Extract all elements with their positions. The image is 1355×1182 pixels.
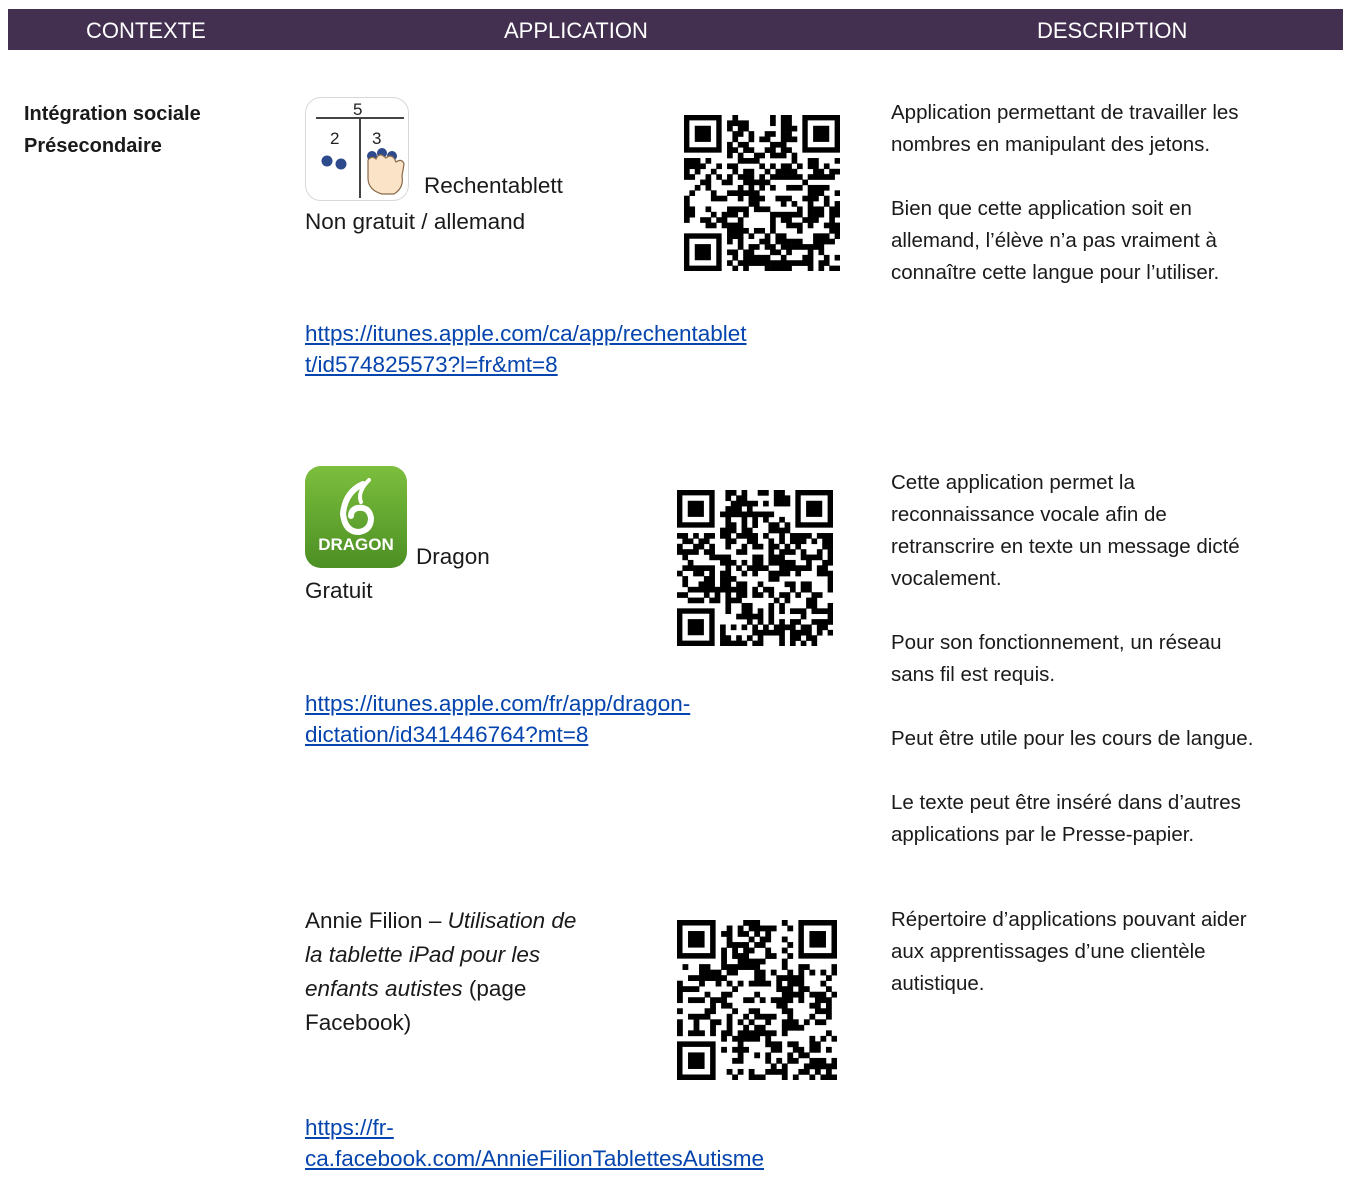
context-line-2: Présecondaire bbox=[24, 135, 162, 157]
table-header: CONTEXTE APPLICATION DESCRIPTION bbox=[8, 9, 1343, 50]
desc-line: sans fil est requis. bbox=[891, 663, 1056, 686]
description-dragon: Cette application permet la reconnaissan… bbox=[891, 467, 1253, 851]
desc-line: Peut être utile pour les cours de langue… bbox=[891, 727, 1254, 750]
qr-code-dragon[interactable] bbox=[677, 490, 833, 646]
desc-line: connaître cette langue pour l’utiliser. bbox=[891, 261, 1220, 284]
app-name-rechentablett: Rechentablett bbox=[424, 173, 563, 198]
desc-line: nombres en manipulant des jetons. bbox=[891, 133, 1211, 156]
link-dragon[interactable]: https://itunes.apple.com/fr/app/dragon- … bbox=[305, 688, 690, 750]
resource-line-4: Facebook) bbox=[305, 1010, 412, 1035]
resource-line-3: enfants autistes (page bbox=[305, 972, 576, 1006]
desc-line: Le texte peut être inséré dans d’autres bbox=[891, 791, 1241, 814]
link-line-1[interactable]: https://itunes.apple.com/ca/app/rechenta… bbox=[305, 318, 747, 349]
resource-title: enfants autistes bbox=[305, 976, 463, 1001]
desc-line: Cette application permet la bbox=[891, 471, 1135, 494]
link-line-2[interactable]: ca.facebook.com/AnnieFilionTablettesAuti… bbox=[305, 1143, 764, 1174]
link-line-2[interactable]: dictation/id341446764?mt=8 bbox=[305, 719, 690, 750]
resource-title: Utilisation de bbox=[447, 908, 577, 933]
rechentablett-icon-art: 5 2 3 bbox=[316, 100, 405, 198]
link-annie-filion[interactable]: https://fr- ca.facebook.com/AnnieFilionT… bbox=[305, 1112, 764, 1174]
desc-line: autistique. bbox=[891, 972, 985, 995]
header-description: DESCRIPTION bbox=[1037, 18, 1188, 43]
qr-code-rechentablett[interactable] bbox=[684, 115, 840, 271]
desc-line: Bien que cette application soit en bbox=[891, 197, 1192, 220]
app-price-language: Non gratuit / allemand bbox=[305, 209, 526, 234]
resource-line-1: Annie Filion – Utilisation de bbox=[305, 904, 576, 938]
desc-line: reconnaissance vocale afin de bbox=[891, 503, 1167, 526]
dragon-app-icon[interactable]: DRAGON bbox=[305, 466, 407, 568]
link-line-1[interactable]: https://fr- bbox=[305, 1112, 764, 1143]
desc-line: applications par le Presse-papier. bbox=[891, 823, 1195, 846]
dragon-icon-art: DRAGON bbox=[318, 478, 394, 554]
icon-number-top: 5 bbox=[353, 100, 362, 119]
header-contexte: CONTEXTE bbox=[86, 18, 206, 43]
icon-number-left: 2 bbox=[330, 129, 339, 148]
desc-line: allemand, l’élève n’a pas vraiment à bbox=[891, 229, 1217, 252]
app-name-dragon: Dragon bbox=[416, 544, 490, 569]
link-rechentablett[interactable]: https://itunes.apple.com/ca/app/rechenta… bbox=[305, 318, 747, 380]
desc-line: retranscrire en texte un message dicté bbox=[891, 535, 1240, 558]
resource-author: Annie Filion – bbox=[305, 908, 448, 933]
desc-line: Pour son fonctionnement, un réseau bbox=[891, 631, 1222, 654]
description-rechentablett: Application permettant de travailler les… bbox=[891, 97, 1239, 289]
header-application: APPLICATION bbox=[504, 18, 648, 43]
link-line-2[interactable]: t/id574825573?l=fr&mt=8 bbox=[305, 349, 747, 380]
resource-title: la tablette iPad pour les bbox=[305, 942, 541, 967]
desc-line: vocalement. bbox=[891, 567, 1002, 590]
context-line-1: Intégration sociale bbox=[24, 103, 201, 125]
resource-annie-filion: Annie Filion – Utilisation de la tablett… bbox=[305, 904, 576, 1040]
desc-line: Répertoire d’applications pouvant aider bbox=[891, 908, 1247, 931]
rechentablett-app-icon[interactable]: 5 2 3 bbox=[305, 97, 409, 201]
app-price: Gratuit bbox=[305, 578, 373, 603]
icon-number-right: 3 bbox=[372, 129, 381, 148]
context-cell: Intégration sociale Présecondaire bbox=[24, 98, 201, 162]
description-annie-filion: Répertoire d’applications pouvant aider … bbox=[891, 904, 1247, 1000]
desc-line: Application permettant de travailler les bbox=[891, 101, 1239, 124]
qr-code-annie-filion[interactable] bbox=[677, 920, 837, 1080]
link-line-1[interactable]: https://itunes.apple.com/fr/app/dragon- bbox=[305, 688, 690, 719]
resource-suffix: (page bbox=[462, 976, 527, 1001]
dragon-icon-word: DRAGON bbox=[318, 535, 394, 554]
resource-line-2: la tablette iPad pour les bbox=[305, 938, 576, 972]
desc-line: aux apprentissages d’une clientèle bbox=[891, 940, 1206, 963]
